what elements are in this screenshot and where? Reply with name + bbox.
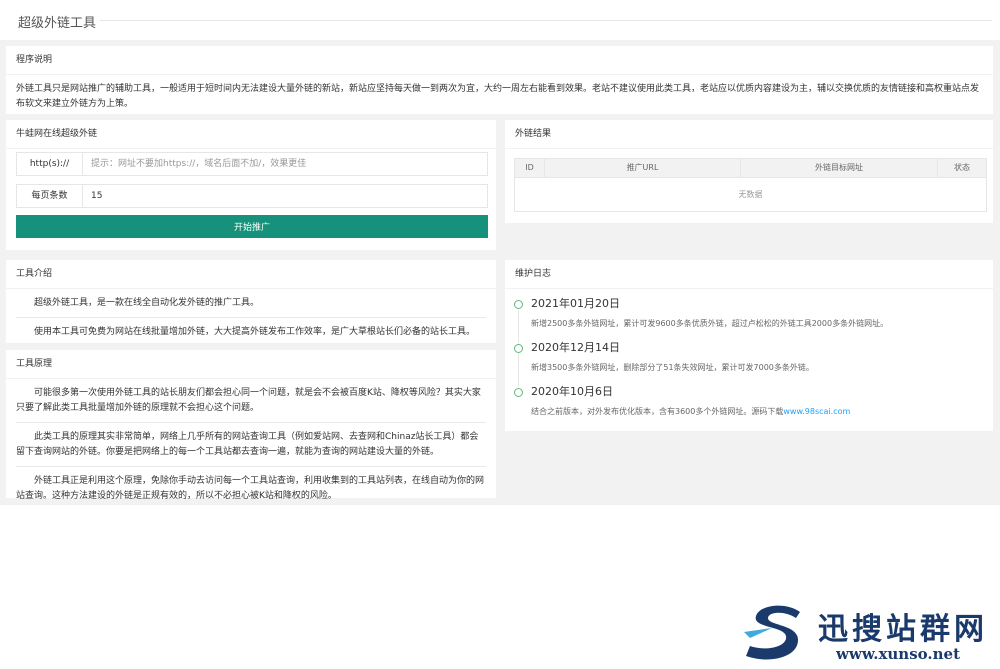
tool-principle-title: 工具原理 — [6, 350, 496, 379]
program-desc-card: 程序说明 外链工具只是网站推广的辅助工具，一般适用于短时间内无法建设大量外链的新… — [6, 46, 993, 114]
tool-principle-item: 此类工具的原理其实非常简单，网络上几乎所有的网站查询工具（例如爱站网、去查网和C… — [16, 432, 479, 457]
list-item: 可能很多第一次使用外链工具的站长朋友们都会担心同一个问题，就是会不会被百度K站、… — [16, 379, 486, 423]
result-card-title: 外链结果 — [505, 120, 993, 149]
per-page-input[interactable] — [83, 185, 487, 207]
url-input[interactable] — [83, 153, 487, 175]
header-divider — [100, 20, 992, 21]
changelog-text: 新增3500多条外链网址，删除部分了51条失效网址，累计可发7000多条外链。 — [531, 363, 814, 372]
result-card: 外链结果 ID 推广URL 外链目标网址 状态 无数据 — [505, 120, 993, 223]
tool-principle-card: 工具原理 可能很多第一次使用外链工具的站长朋友们都会担心同一个问题，就是会不会被… — [6, 350, 496, 501]
program-desc-title: 程序说明 — [6, 46, 993, 75]
program-desc-text: 外链工具只是网站推广的辅助工具，一般适用于短时间内无法建设大量外链的新站，新站应… — [16, 84, 980, 109]
form-card: 牛蛙网在线超级外链 http(s):// 每页条数 开始推广 — [6, 120, 496, 250]
xunso-logo-icon — [744, 605, 800, 660]
per-page-row: 每页条数 — [16, 184, 488, 208]
changelog-text-body: 结合之前版本，对外发布优化版本，含有3600多个外链网址。源码下载 — [531, 407, 784, 416]
tool-intro-item: 使用本工具可免费为网站在线批量增加外链，大大提高外链发布工作效率，是广大草根站长… — [34, 327, 476, 337]
watermark-text: 迅搜站群网 — [818, 612, 988, 647]
result-table: ID 推广URL 外链目标网址 状态 无数据 — [514, 158, 987, 212]
tool-intro-title: 工具介绍 — [6, 260, 496, 289]
column-header-url[interactable]: 推广URL — [545, 159, 741, 177]
timeline-dot-icon — [514, 300, 523, 309]
column-header-id[interactable]: ID — [515, 159, 545, 177]
url-label: http(s):// — [17, 153, 83, 175]
result-empty-text: 无数据 — [738, 190, 763, 199]
changelog-date: 2020年12月14日 — [531, 341, 620, 354]
url-row: http(s):// — [16, 152, 488, 176]
column-header-target[interactable]: 外链目标网址 — [741, 159, 938, 177]
per-page-label: 每页条数 — [17, 185, 83, 207]
watermark-url: www.xunso.net — [836, 645, 960, 663]
start-promotion-button[interactable]: 开始推广 — [16, 215, 488, 238]
tool-intro-item: 超级外链工具，是一款在线全自动化发外链的推广工具。 — [34, 298, 260, 308]
changelog-text: 新增2500多条外链网址，累计可发9600多条优质外链，超过卢松松的外链工具20… — [531, 319, 889, 328]
changelog-card: 维护日志 2021年01月20日 新增2500多条外链网址，累计可发9600多条… — [505, 260, 993, 431]
source-download-link[interactable]: www.98scai.com — [783, 407, 850, 416]
column-header-status[interactable]: 状态 — [938, 159, 986, 177]
list-item: 使用本工具可免费为网站在线批量增加外链，大大提高外链发布工作效率，是广大草根站长… — [16, 318, 486, 346]
timeline-line — [518, 354, 519, 387]
list-item: 此类工具的原理其实非常简单，网络上几乎所有的网站查询工具（例如爱站网、去查网和C… — [16, 423, 486, 467]
page-header: 超级外链工具 — [0, 0, 1000, 40]
changelog-entry: 2020年10月6日 结合之前版本，对外发布优化版本，含有3600多个外链网址。… — [505, 385, 993, 429]
changelog-date: 2020年10月6日 — [531, 385, 613, 398]
changelog-entry: 2020年12月14日 新增3500多条外链网址，删除部分了51条失效网址，累计… — [505, 341, 993, 387]
list-item: 外链工具正是利用这个原理，免除你手动去访问每一个工具站查询，利用收集到的工具站列… — [16, 467, 486, 510]
tool-intro-card: 工具介绍 超级外链工具，是一款在线全自动化发外链的推广工具。 使用本工具可免费为… — [6, 260, 496, 343]
list-item: 超级外链工具，是一款在线全自动化发外链的推广工具。 — [16, 289, 486, 318]
changelog-date: 2021年01月20日 — [531, 297, 620, 310]
timeline-line — [518, 310, 519, 343]
changelog-title: 维护日志 — [505, 260, 993, 289]
page-title: 超级外链工具 — [18, 16, 97, 31]
timeline-dot-icon — [514, 344, 523, 353]
changelog-text: 结合之前版本，对外发布优化版本，含有3600多个外链网址。源码下载www.98s… — [531, 406, 993, 417]
timeline-dot-icon — [514, 388, 523, 397]
form-card-title: 牛蛙网在线超级外链 — [6, 120, 496, 149]
tool-principle-item: 可能很多第一次使用外链工具的站长朋友们都会担心同一个问题，就是会不会被百度K站、… — [16, 388, 481, 413]
tool-principle-item: 外链工具正是利用这个原理，免除你手动去访问每一个工具站查询，利用收集到的工具站列… — [16, 476, 485, 501]
result-table-header: ID 推广URL 外链目标网址 状态 — [515, 159, 986, 178]
changelog-entry: 2021年01月20日 新增2500多条外链网址，累计可发9600多条优质外链，… — [505, 297, 993, 343]
